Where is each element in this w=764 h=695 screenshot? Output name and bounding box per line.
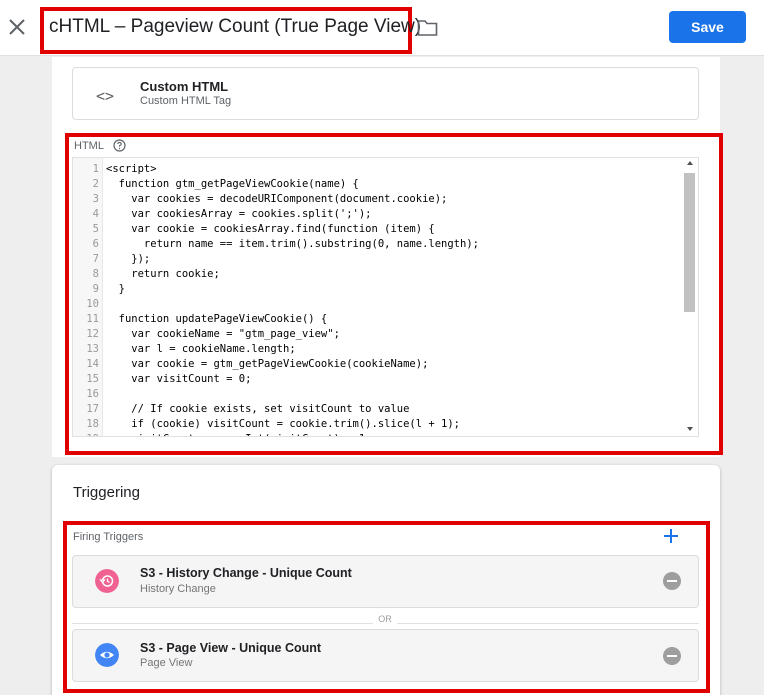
remove-trigger-icon[interactable]: [663, 647, 681, 665]
code-line: 2 function gtm_getPageViewCookie(name) {: [73, 177, 683, 192]
code-line: 19 visitCount = parseInt(visitCount) + 1…: [73, 432, 683, 436]
trigger-name: S3 - History Change - Unique Count: [140, 566, 352, 580]
scroll-up-arrow-icon[interactable]: [684, 158, 696, 168]
code-text: var cookies = decodeURIComponent(documen…: [106, 193, 448, 205]
or-label: OR: [373, 614, 397, 624]
code-line: 8 return cookie;: [73, 267, 683, 282]
html-label: HTML: [74, 140, 104, 152]
code-line: 3 var cookies = decodeURIComponent(docum…: [73, 192, 683, 207]
close-icon[interactable]: [6, 16, 28, 38]
line-number: 19: [73, 432, 99, 436]
code-text: var l = cookieName.length;: [106, 343, 296, 355]
triggering-title: Triggering: [73, 484, 140, 501]
line-number: 3: [92, 193, 99, 205]
editor-scrollbar-thumb[interactable]: [684, 173, 695, 312]
code-line: 7 });: [73, 252, 683, 267]
tag-type-name: Custom HTML: [140, 79, 229, 94]
line-number: 5: [92, 223, 99, 235]
code-text: return name == item.trim().substring(0, …: [106, 238, 479, 250]
code-line: 15 var visitCount = 0;: [73, 372, 683, 387]
code-text: var cookie = gtm_getPageViewCookie(cooki…: [106, 358, 429, 370]
code-line: 4 var cookiesArray = cookies.split(';');: [73, 207, 683, 222]
trigger-name: S3 - Page View - Unique Count: [140, 641, 322, 655]
minus-bar: [667, 580, 677, 582]
code-text: }: [106, 283, 125, 295]
line-number: 13: [86, 343, 99, 355]
line-number: 16: [86, 388, 99, 400]
code-icon: <>: [96, 87, 115, 105]
code-text: var visitCount = 0;: [106, 373, 252, 385]
html-code-editor[interactable]: 1 <script> 2 function gtm_getPageViewCooki…: [72, 157, 699, 437]
code-line: 14 var cookie = gtm_getPageViewCookie(co…: [73, 357, 683, 372]
tag-title[interactable]: cHTML – Pageview Count (True Page View): [49, 16, 421, 38]
code-text: // If cookie exists, set visitCount to v…: [106, 403, 410, 415]
code-line: 11 function updatePageViewCookie() {: [73, 312, 683, 327]
help-icon[interactable]: [113, 139, 126, 152]
code-line: 12 var cookieName = "gtm_page_view";: [73, 327, 683, 342]
line-number: 12: [86, 328, 99, 340]
line-number: 9: [92, 283, 99, 295]
line-number: 1: [92, 163, 99, 175]
code-line: 18 if (cookie) visitCount = cookie.trim(…: [73, 417, 683, 432]
remove-trigger-icon[interactable]: [663, 572, 681, 590]
code-line: 6 return name == item.trim().substring(0…: [73, 237, 683, 252]
trigger-type: History Change: [140, 583, 216, 595]
tag-type-subtitle: Custom HTML Tag: [140, 95, 232, 107]
code-text: visitCount = parseInt(visitCount) + 1;: [106, 432, 371, 436]
line-number: 7: [92, 253, 99, 265]
eye-icon: [95, 643, 119, 667]
code-line: 10: [73, 297, 683, 312]
code-text: if (cookie) visitCount = cookie.trim().s…: [106, 418, 461, 430]
code-line: 16: [73, 387, 683, 402]
trigger-type: Page View: [140, 657, 193, 669]
line-number: 11: [86, 313, 99, 325]
code-text: function gtm_getPageViewCookie(name) {: [106, 178, 359, 190]
code-text: return cookie;: [106, 268, 220, 280]
save-button[interactable]: Save: [669, 11, 746, 43]
code-line: 17 // If cookie exists, set visitCount t…: [73, 402, 683, 417]
code-line: 9 }: [73, 282, 683, 297]
line-number: 6: [92, 238, 99, 250]
line-number: 15: [86, 373, 99, 385]
line-number: 10: [86, 298, 99, 310]
firing-triggers-label: Firing Triggers: [73, 531, 144, 543]
add-trigger-icon[interactable]: [662, 527, 680, 545]
line-number: 17: [86, 403, 99, 415]
line-number: 18: [86, 418, 99, 430]
line-number: 4: [92, 208, 99, 220]
minus-bar: [667, 655, 677, 657]
folder-icon[interactable]: [417, 18, 438, 37]
code-line: 5 var cookie = cookiesArray.find(functio…: [73, 222, 683, 237]
line-number: 2: [92, 178, 99, 190]
code-text: <script>: [106, 163, 157, 175]
trigger-card[interactable]: [72, 629, 699, 682]
scroll-down-arrow-icon[interactable]: [684, 424, 696, 434]
code-text: var cookieName = "gtm_page_view";: [106, 328, 340, 340]
code-line: 1 <script>: [73, 162, 683, 177]
code-text: var cookie = cookiesArray.find(function …: [106, 223, 435, 235]
code-line: 13 var l = cookieName.length;: [73, 342, 683, 357]
code-text: var cookiesArray = cookies.split(';');: [106, 208, 372, 220]
code-text: });: [106, 253, 151, 265]
line-number: 14: [86, 358, 99, 370]
code-text: function updatePageViewCookie() {: [106, 313, 328, 325]
trigger-card[interactable]: [72, 555, 699, 608]
history-icon: [95, 569, 119, 593]
line-number: 8: [92, 268, 99, 280]
